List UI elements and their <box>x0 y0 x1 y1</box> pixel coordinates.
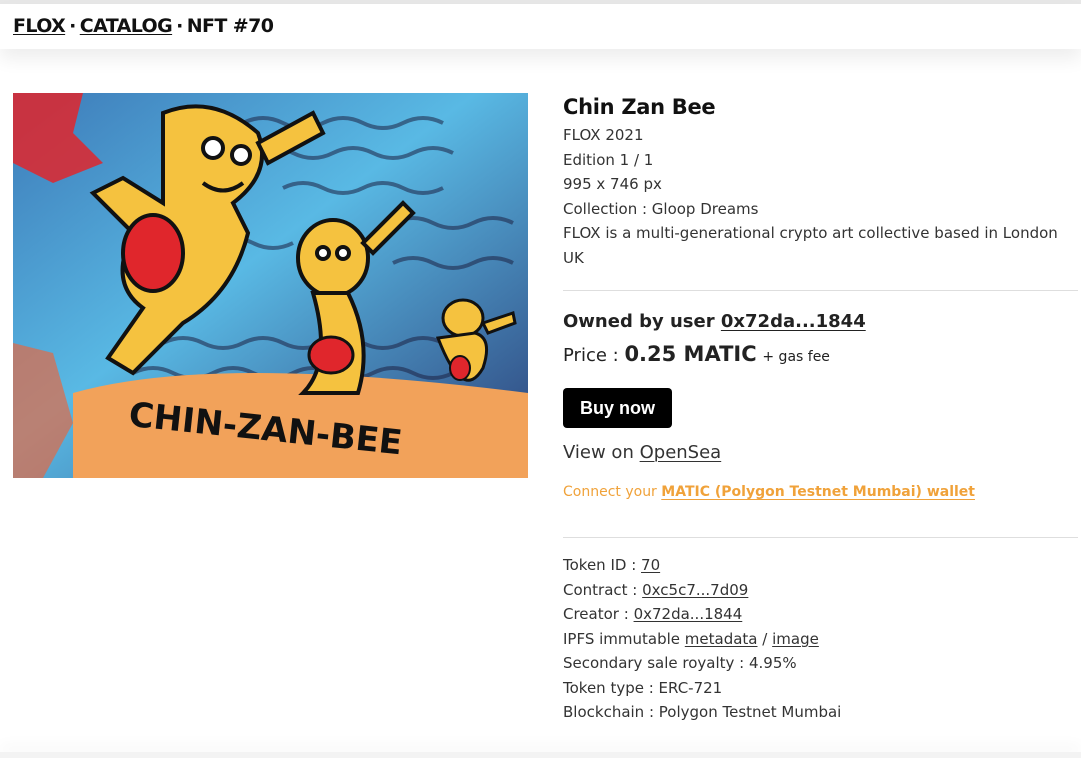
image-link[interactable]: image <box>772 630 819 648</box>
buy-now-button[interactable]: Buy now <box>563 388 672 428</box>
owned-label: Owned by user <box>563 311 715 332</box>
description: FLOX is a multi-generational crypto art … <box>563 224 1058 267</box>
edition: Edition 1 / 1 <box>563 150 654 169</box>
nft-details-panel: Chin Zan Bee FLOX 2021 Edition 1 / 1 995… <box>563 93 1078 725</box>
divider <box>563 537 1078 538</box>
metadata-link[interactable]: metadata <box>685 630 758 648</box>
breadcrumb-separator: · <box>69 15 76 37</box>
nft-title: Chin Zan Bee <box>563 95 716 119</box>
header-bar: FLOX · CATALOG · NFT #70 <box>0 4 1081 49</box>
connect-wallet-line: Connect your MATIC (Polygon Testnet Mumb… <box>563 481 1078 503</box>
nft-artwork-image[interactable]: CHIN-ZAN-BEE <box>13 93 528 478</box>
breadcrumb-separator: · <box>176 15 183 37</box>
opensea-link[interactable]: OpenSea <box>640 442 722 463</box>
footer-bar <box>0 752 1081 758</box>
token-id-label: Token ID : <box>563 556 637 574</box>
creator-line: Creator : 0x72da...1844 <box>563 602 1078 627</box>
creator-link[interactable]: 0x72da...1844 <box>634 605 743 623</box>
gas-fee-note: + gas fee <box>762 349 830 365</box>
contract-line: Contract : 0xc5c7...7d09 <box>563 578 1078 603</box>
creator-label: Creator : <box>563 605 629 623</box>
price-line: Price : 0.25 MATIC + gas fee <box>563 340 1078 371</box>
breadcrumb-catalog-link[interactable]: CATALOG <box>80 15 173 37</box>
royalty-line: Secondary sale royalty : 4.95% <box>563 654 797 672</box>
owned-by: Owned by user 0x72da...1844 <box>563 310 1078 334</box>
breadcrumb-home-link[interactable]: FLOX <box>13 15 66 37</box>
ipfs-label: IPFS immutable <box>563 629 681 648</box>
token-id-line: Token ID : 70 <box>563 553 1078 578</box>
contract-link[interactable]: 0xc5c7...7d09 <box>642 581 748 599</box>
price-label: Price : <box>563 345 619 366</box>
artwork-painting: CHIN-ZAN-BEE <box>13 93 528 478</box>
contract-label: Contract : <box>563 580 638 599</box>
token-id-link[interactable]: 70 <box>641 556 660 574</box>
owner-link[interactable]: 0x72da...1844 <box>721 311 866 332</box>
artist-year: FLOX 2021 <box>563 126 644 144</box>
token-type-line: Token type : ERC-721 <box>563 678 723 697</box>
view-on-label: View on <box>563 442 634 463</box>
ipfs-line: IPFS immutable metadata / image <box>563 627 1078 652</box>
price-amount: 0.25 MATIC <box>624 342 757 366</box>
collection: Collection : Gloop Dreams <box>563 199 759 218</box>
divider <box>563 290 1078 291</box>
view-on-marketplace: View on OpenSea <box>563 440 1078 466</box>
breadcrumb: FLOX · CATALOG · NFT #70 <box>13 15 274 37</box>
breadcrumb-current: NFT #70 <box>186 15 274 37</box>
dimensions: 995 x 746 px <box>563 175 662 193</box>
ipfs-slash: / <box>762 629 768 648</box>
blockchain-line: Blockchain : Polygon Testnet Mumbai <box>563 703 842 721</box>
connect-wallet-link[interactable]: MATIC (Polygon Testnet Mumbai) wallet <box>661 484 975 500</box>
connect-label: Connect your <box>563 484 657 500</box>
